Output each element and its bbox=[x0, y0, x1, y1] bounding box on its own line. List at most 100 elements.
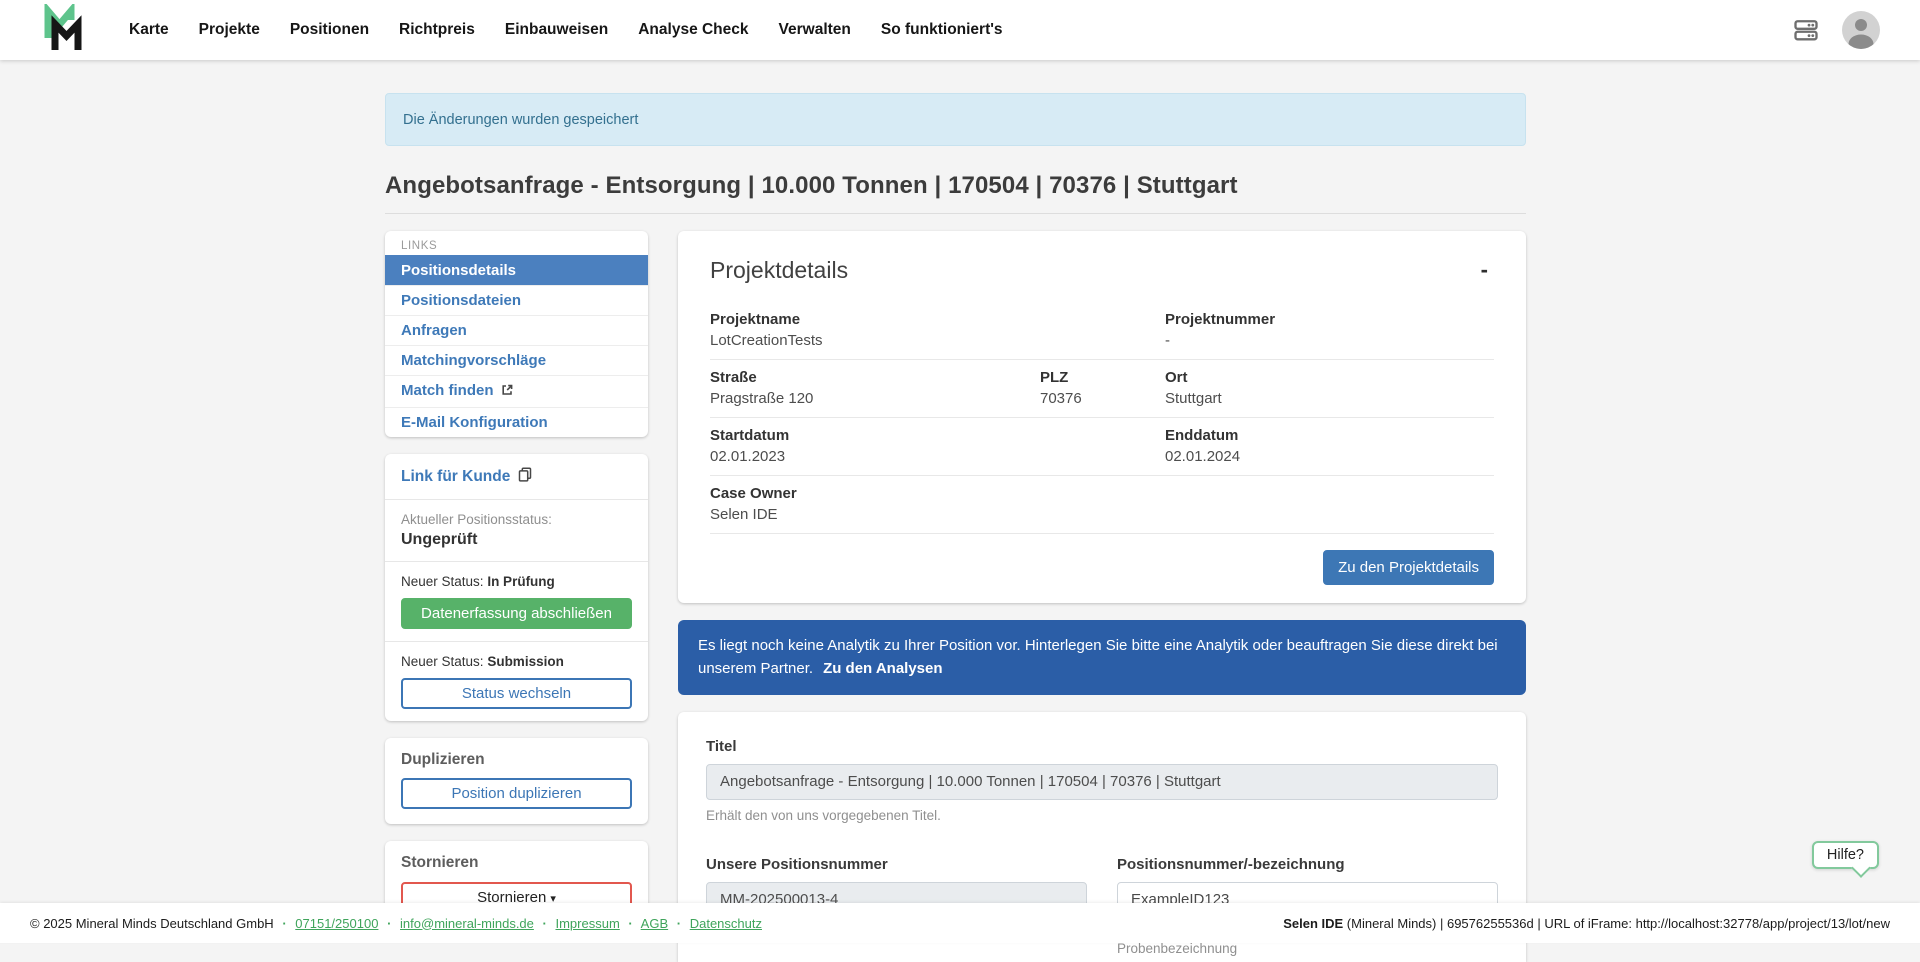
copy-icon bbox=[517, 466, 533, 487]
customer-link[interactable]: Link für Kunde bbox=[401, 466, 533, 487]
project-row: Startdatum 02.01.2023 Enddatum 02.01.202… bbox=[710, 418, 1494, 476]
go-to-project-details-button[interactable]: Zu den Projektdetails bbox=[1323, 550, 1494, 585]
field-enddatum: Enddatum 02.01.2024 bbox=[1165, 427, 1252, 465]
footer-separator: · bbox=[628, 916, 632, 931]
sidebar-item-matchingvorschlaege[interactable]: Matchingvorschläge bbox=[385, 345, 648, 375]
footer-separator: · bbox=[677, 916, 681, 931]
field-case-owner: Case Owner Selen IDE bbox=[710, 485, 809, 523]
field-label: Startdatum bbox=[710, 427, 1153, 444]
project-details-card: Projektdetails - Projektname LotCreation… bbox=[678, 231, 1526, 603]
links-card: LINKS Positionsdetails Positionsdateien … bbox=[385, 231, 648, 437]
status-card: Link für Kunde Aktueller Positionsstatus… bbox=[385, 454, 648, 721]
banner-message: Es liegt noch keine Analytik zu Ihrer Po… bbox=[698, 637, 1498, 677]
field-label: Straße bbox=[710, 369, 1028, 386]
main-nav: Karte Projekte Positionen Richtpreis Ein… bbox=[114, 11, 1018, 49]
footer-separator: · bbox=[387, 916, 391, 931]
field-label: Projektnummer bbox=[1165, 311, 1275, 328]
nav-item-karte[interactable]: Karte bbox=[114, 11, 184, 49]
titel-helper: Erhält den von uns vorgegebenen Titel. bbox=[706, 808, 1498, 823]
field-label: Projektname bbox=[710, 311, 1153, 328]
project-row: Projektname LotCreationTests Projektnumm… bbox=[710, 302, 1494, 360]
custom-number-label: Positionsnummer/-bezeichnung bbox=[1117, 856, 1498, 873]
analytics-banner: Es liegt noch keine Analytik zu Ihrer Po… bbox=[678, 620, 1526, 695]
project-details-heading: Projektdetails bbox=[710, 257, 848, 284]
titel-field-group: Titel Erhält den von uns vorgegebenen Ti… bbox=[706, 738, 1498, 823]
mineral-minds-logo-icon bbox=[40, 4, 86, 57]
current-status-label: Aktueller Positionsstatus: bbox=[401, 512, 632, 527]
sidebar-item-label: Match finden bbox=[401, 382, 494, 399]
field-label: PLZ bbox=[1040, 369, 1153, 386]
field-projektname: Projektname LotCreationTests bbox=[710, 311, 1165, 349]
duplicate-card: Duplizieren Position duplizieren bbox=[385, 738, 648, 824]
customer-link-label: Link für Kunde bbox=[401, 468, 510, 486]
field-value: 02.01.2024 bbox=[1165, 448, 1240, 465]
nav-item-einbauweisen[interactable]: Einbauweisen bbox=[490, 11, 623, 49]
change-status-button[interactable]: Status wechseln bbox=[401, 678, 632, 709]
field-value: Selen IDE bbox=[710, 506, 797, 523]
brand-logo[interactable] bbox=[40, 4, 86, 57]
field-value: Stuttgart bbox=[1165, 390, 1222, 407]
next-status-value: Submission bbox=[487, 654, 564, 669]
external-link-icon bbox=[500, 384, 514, 401]
field-value: - bbox=[1165, 332, 1275, 349]
footer-link-email[interactable]: info@mineral-minds.de bbox=[400, 916, 534, 931]
main-panel: Projektdetails - Projektname LotCreation… bbox=[678, 231, 1526, 962]
field-label: Ort bbox=[1165, 369, 1222, 386]
nav-item-richtpreis[interactable]: Richtpreis bbox=[384, 11, 490, 49]
top-navbar: Karte Projekte Positionen Richtpreis Ein… bbox=[0, 0, 1920, 60]
sidebar-item-email-konfiguration[interactable]: E-Mail Konfiguration bbox=[385, 407, 648, 437]
nav-item-so-funktionierts[interactable]: So funktioniert's bbox=[866, 11, 1018, 49]
sidebar-item-positionsdateien[interactable]: Positionsdateien bbox=[385, 285, 648, 315]
titel-input bbox=[706, 764, 1498, 800]
next-status-line: Neuer Status: In Prüfung bbox=[401, 574, 632, 589]
nav-item-analyse-check[interactable]: Analyse Check bbox=[623, 11, 763, 49]
sidebar-item-match-finden[interactable]: Match finden bbox=[385, 375, 648, 407]
field-strasse: Straße Pragstraße 120 bbox=[710, 369, 1040, 407]
footer-link-datenschutz[interactable]: Datenschutz bbox=[690, 916, 762, 931]
footer-link-phone[interactable]: 07151/250100 bbox=[295, 916, 378, 931]
server-stack-icon[interactable] bbox=[1792, 16, 1820, 44]
cancel-heading: Stornieren bbox=[401, 854, 632, 872]
nav-item-verwalten[interactable]: Verwalten bbox=[764, 11, 866, 49]
field-label: Enddatum bbox=[1165, 427, 1240, 444]
project-row: Case Owner Selen IDE bbox=[710, 476, 1494, 534]
next-status-label: Neuer Status: bbox=[401, 574, 484, 589]
field-value: 70376 bbox=[1040, 390, 1153, 407]
nav-item-positionen[interactable]: Positionen bbox=[275, 11, 384, 49]
next-status-line: Neuer Status: Submission bbox=[401, 654, 632, 669]
footer-left: © 2025 Mineral Minds Deutschland GmbH · … bbox=[30, 916, 762, 931]
sidebar-item-positionsdetails[interactable]: Positionsdetails bbox=[385, 255, 648, 285]
field-ort: Ort Stuttgart bbox=[1165, 369, 1234, 407]
next-status-value: In Prüfung bbox=[487, 574, 555, 589]
duplicate-heading: Duplizieren bbox=[401, 751, 632, 769]
footer-session-details: (Mineral Minds) | 69576255536d | URL of … bbox=[1343, 916, 1890, 931]
field-projektnummer: Projektnummer - bbox=[1165, 311, 1287, 349]
current-status-value: Ungeprüft bbox=[401, 531, 632, 549]
footer-link-impressum[interactable]: Impressum bbox=[555, 916, 619, 931]
field-startdatum: Startdatum 02.01.2023 bbox=[710, 427, 1165, 465]
collapse-icon[interactable]: - bbox=[1475, 257, 1494, 283]
save-confirmation-alert: Die Änderungen wurden gespeichert bbox=[385, 93, 1526, 146]
title-divider bbox=[385, 213, 1526, 214]
page-title: Angebotsanfrage - Entsorgung | 10.000 To… bbox=[385, 172, 1526, 200]
project-row: Straße Pragstraße 120 PLZ 70376 Ort Stut… bbox=[710, 360, 1494, 418]
help-button[interactable]: Hilfe? bbox=[1812, 841, 1879, 869]
user-avatar-icon[interactable] bbox=[1842, 11, 1880, 49]
links-header: LINKS bbox=[385, 231, 648, 255]
finish-data-entry-button[interactable]: Datenerfassung abschließen bbox=[401, 598, 632, 629]
field-value: 02.01.2023 bbox=[710, 448, 1153, 465]
sidebar-item-anfragen[interactable]: Anfragen bbox=[385, 315, 648, 345]
footer-link-agb[interactable]: AGB bbox=[641, 916, 668, 931]
field-value: Pragstraße 120 bbox=[710, 390, 1028, 407]
titel-label: Titel bbox=[706, 738, 1498, 755]
sidebar: LINKS Positionsdetails Positionsdateien … bbox=[385, 231, 648, 945]
duplicate-position-button[interactable]: Position duplizieren bbox=[401, 778, 632, 809]
footer-separator: · bbox=[282, 916, 286, 931]
our-number-label: Unsere Positionsnummer bbox=[706, 856, 1087, 873]
page-content: Die Änderungen wurden gespeichert Angebo… bbox=[385, 60, 1526, 962]
nav-item-projekte[interactable]: Projekte bbox=[184, 11, 275, 49]
footer: © 2025 Mineral Minds Deutschland GmbH · … bbox=[0, 903, 1920, 943]
footer-copyright: © 2025 Mineral Minds Deutschland GmbH bbox=[30, 916, 274, 931]
footer-separator: · bbox=[543, 916, 547, 931]
go-to-analyses-link[interactable]: Zu den Analysen bbox=[823, 660, 942, 677]
